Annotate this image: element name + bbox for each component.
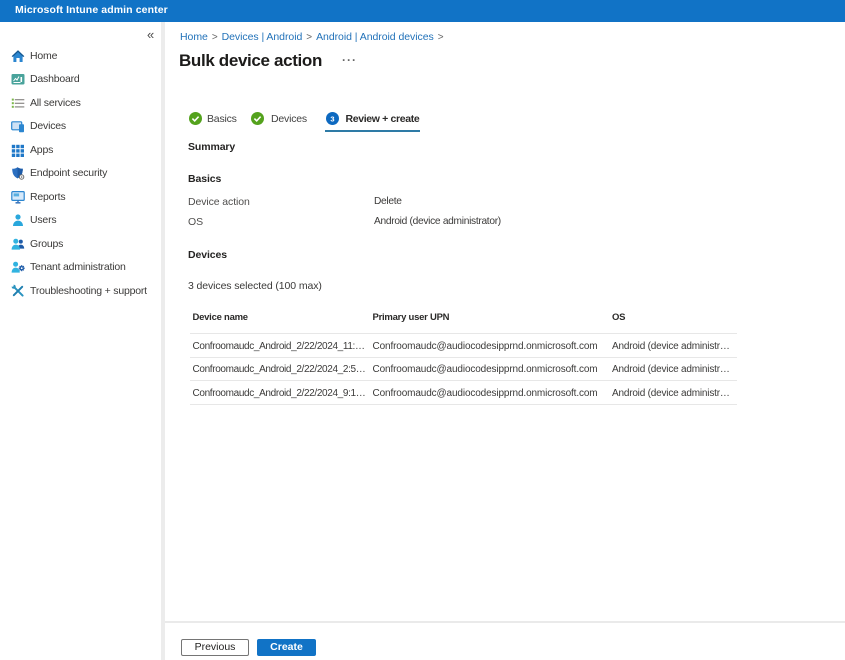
svg-text:3: 3 bbox=[330, 114, 334, 123]
